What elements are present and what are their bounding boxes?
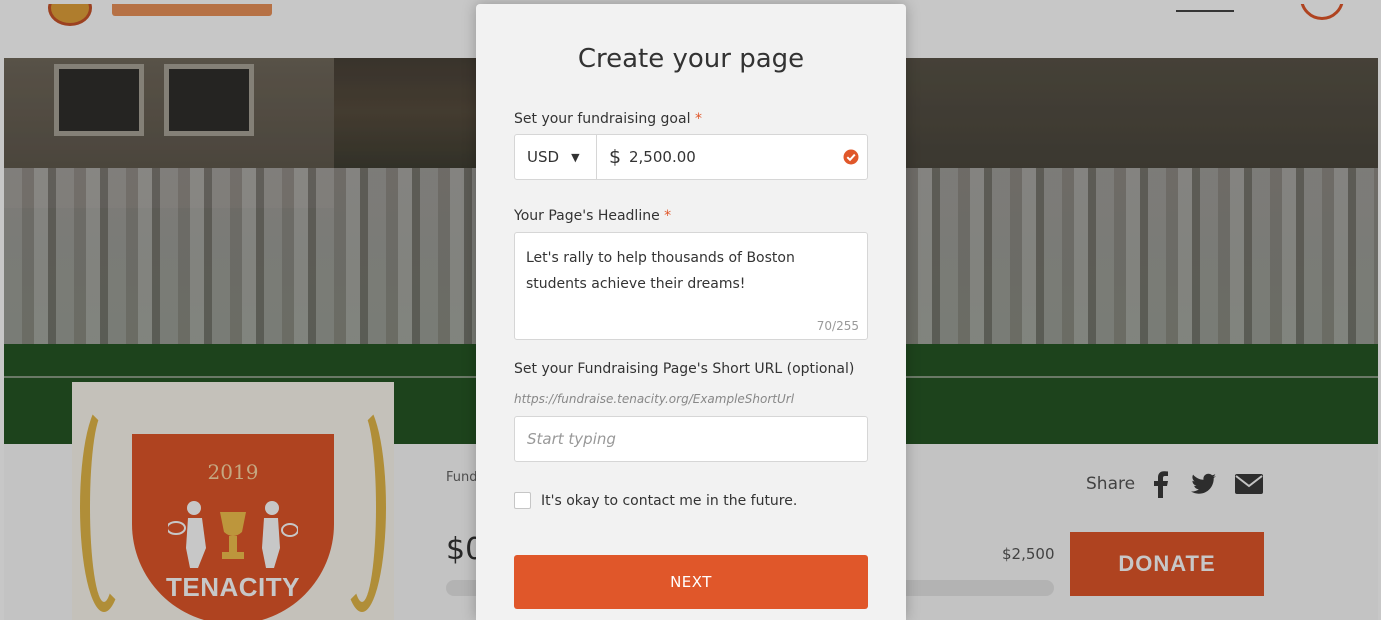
headline-text: Let's rally to help thousands of Boston …: [526, 250, 795, 292]
contact-label: It's okay to contact me in the future.: [541, 492, 798, 509]
contact-checkbox[interactable]: [514, 492, 531, 509]
required-mark: *: [694, 111, 702, 127]
currency-select[interactable]: USD ▼: [515, 135, 597, 179]
create-page-modal: Create your page Set your fundraising go…: [476, 4, 906, 620]
checkmark-valid-icon: [843, 149, 859, 165]
short-url-label: Set your Fundraising Page's Short URL (o…: [514, 361, 855, 377]
currency-value: USD: [527, 148, 560, 166]
required-mark: *: [664, 208, 672, 224]
currency-symbol: $: [609, 146, 622, 168]
contact-consent[interactable]: It's okay to contact me in the future.: [514, 492, 797, 509]
caret-down-icon: ▼: [571, 150, 580, 164]
modal-title: Create your page: [577, 44, 805, 74]
short-url-hint: https://fundraise.tenacity.org/ExampleSh…: [514, 392, 795, 406]
short-url-input[interactable]: [514, 416, 868, 462]
goal-label-text: Set your fundraising goal: [514, 111, 691, 127]
goal-field: USD ▼ $: [514, 134, 868, 180]
next-button[interactable]: NEXT: [514, 555, 868, 609]
char-count: 70/255: [816, 319, 859, 333]
headline-label-text: Your Page's Headline: [514, 208, 660, 224]
goal-amount-input[interactable]: [629, 135, 839, 179]
headline-textarea[interactable]: Let's rally to help thousands of Boston …: [514, 232, 868, 340]
headline-label: Your Page's Headline *: [514, 208, 671, 224]
goal-label: Set your fundraising goal *: [514, 111, 702, 127]
